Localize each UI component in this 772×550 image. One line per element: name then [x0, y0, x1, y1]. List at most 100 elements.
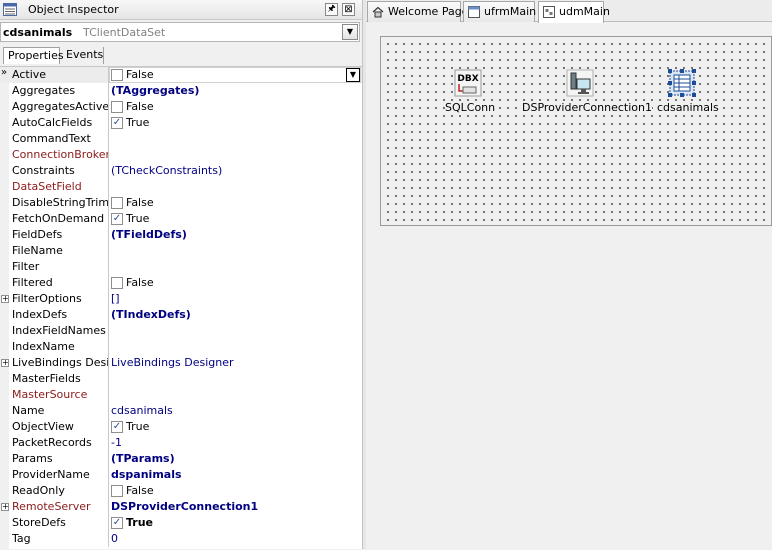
tab-events[interactable]: Events: [62, 47, 104, 64]
column-separator[interactable]: [108, 227, 109, 243]
column-separator[interactable]: [108, 467, 109, 483]
property-row[interactable]: + RemoteServer DSProviderConnection1: [0, 499, 362, 515]
property-row[interactable]: Tag 0: [0, 531, 362, 547]
checkbox-checked-icon[interactable]: ✓: [111, 117, 123, 129]
column-separator[interactable]: [108, 211, 109, 227]
column-separator[interactable]: [108, 419, 109, 435]
column-separator[interactable]: [108, 499, 109, 515]
property-row[interactable]: IndexFieldNames: [0, 323, 362, 339]
column-separator[interactable]: [108, 147, 109, 163]
checkbox-unchecked-icon[interactable]: [111, 277, 123, 289]
component-label: DSProviderConnection1: [522, 101, 652, 114]
column-separator[interactable]: [108, 339, 109, 355]
property-value: True: [126, 116, 150, 129]
property-row[interactable]: FetchOnDemand ✓ True: [0, 211, 362, 227]
column-separator[interactable]: [108, 83, 109, 99]
property-row[interactable]: MasterSource: [0, 387, 362, 403]
property-row[interactable]: + FilterOptions []: [0, 291, 362, 307]
selection-marker-icon: »: [1, 67, 8, 78]
pin-icon[interactable]: 🖈: [325, 3, 338, 16]
checkbox-checked-icon[interactable]: ✓: [111, 421, 123, 433]
property-row[interactable]: DataSetField: [0, 179, 362, 195]
property-row[interactable]: Name cdsanimals: [0, 403, 362, 419]
property-row[interactable]: +LiveBindings DesignerLiveBindings Desig…: [0, 355, 362, 371]
property-row[interactable]: StoreDefs ✓ True: [0, 515, 362, 531]
property-value: []: [111, 292, 120, 305]
property-row[interactable]: AutoCalcFields ✓ True: [0, 115, 362, 131]
tab-udmmain[interactable]: udmMain: [538, 1, 610, 23]
property-row[interactable]: ReadOnly False: [0, 483, 362, 499]
checkbox-unchecked-icon[interactable]: [111, 69, 123, 81]
property-row[interactable]: AggregatesActive False: [0, 99, 362, 115]
column-separator[interactable]: [108, 131, 109, 147]
property-row[interactable]: Filtered False: [0, 275, 362, 291]
column-separator[interactable]: [108, 179, 109, 195]
column-separator[interactable]: [108, 403, 109, 419]
property-row[interactable]: FieldDefs (TFieldDefs): [0, 227, 362, 243]
property-row[interactable]: ObjectView ✓ True: [0, 419, 362, 435]
column-separator[interactable]: [108, 371, 109, 387]
column-separator[interactable]: [108, 355, 109, 371]
tab-properties[interactable]: Properties: [3, 47, 64, 64]
datamodule-icon: [543, 6, 555, 18]
column-separator[interactable]: [108, 291, 109, 307]
sqlconn-component[interactable]: DBX: [454, 69, 482, 97]
property-name: FetchOnDemand: [12, 212, 105, 225]
expand-icon[interactable]: +: [1, 359, 9, 367]
column-separator[interactable]: [108, 387, 109, 403]
property-name: Constraints: [12, 164, 75, 177]
property-row[interactable]: Params (TParams): [0, 451, 362, 467]
checkbox-checked-icon[interactable]: ✓: [111, 517, 123, 529]
column-separator[interactable]: [108, 163, 109, 179]
tab-welcome-page[interactable]: Welcome Page: [367, 1, 468, 22]
property-row[interactable]: IndexName: [0, 339, 362, 355]
property-value: False: [126, 484, 154, 497]
property-row[interactable]: MasterFields: [0, 371, 362, 387]
datamodule-form[interactable]: DBX SQLConn DSProviderConnection1 cdsani…: [380, 36, 772, 226]
expand-icon[interactable]: +: [1, 503, 9, 511]
column-separator[interactable]: [108, 195, 109, 211]
property-row[interactable]: Aggregates (TAggregates): [0, 83, 362, 99]
property-row[interactable]: IndexDefs (TIndexDefs): [0, 307, 362, 323]
checkbox-unchecked-icon[interactable]: [111, 101, 123, 113]
chevron-down-icon[interactable]: ▼: [342, 24, 358, 40]
checkbox-unchecked-icon[interactable]: [111, 485, 123, 497]
component-selector[interactable]: cdsanimals TClientDataSet ▼: [0, 22, 360, 42]
column-separator[interactable]: [108, 67, 109, 83]
object-inspector-titlebar: Object Inspector 🖈 ⊠: [0, 0, 362, 20]
column-separator[interactable]: [108, 531, 109, 547]
cdsanimals-component[interactable]: [668, 69, 696, 97]
column-separator[interactable]: [108, 243, 109, 259]
property-row[interactable]: » Active False ▼: [0, 67, 362, 83]
property-row[interactable]: CommandText: [0, 131, 362, 147]
checkbox-unchecked-icon[interactable]: [111, 197, 123, 209]
property-value[interactable]: False: [126, 68, 154, 81]
column-separator[interactable]: [108, 515, 109, 531]
tab-ufrmmain[interactable]: ufrmMain: [463, 1, 536, 22]
object-inspector-title: Object Inspector: [28, 3, 119, 16]
column-separator[interactable]: [108, 275, 109, 291]
property-row[interactable]: Filter: [0, 259, 362, 275]
property-row[interactable]: FileName: [0, 243, 362, 259]
property-row[interactable]: PacketRecords -1: [0, 435, 362, 451]
property-name: Tag: [12, 532, 31, 545]
expand-icon[interactable]: +: [1, 295, 9, 303]
column-separator[interactable]: [108, 451, 109, 467]
column-separator[interactable]: [108, 99, 109, 115]
close-icon[interactable]: ⊠: [342, 3, 355, 16]
column-separator[interactable]: [108, 115, 109, 131]
property-row[interactable]: ConnectionBroker: [0, 147, 362, 163]
column-separator[interactable]: [108, 259, 109, 275]
dsproviderconnection-component[interactable]: [566, 69, 594, 97]
column-separator[interactable]: [108, 435, 109, 451]
column-separator[interactable]: [108, 307, 109, 323]
column-separator[interactable]: [108, 483, 109, 499]
property-name: StoreDefs: [12, 516, 66, 529]
property-row[interactable]: ProviderName dspanimals: [0, 467, 362, 483]
chevron-down-icon[interactable]: ▼: [346, 68, 360, 82]
checkbox-checked-icon[interactable]: ✓: [111, 213, 123, 225]
property-name: ConnectionBroker: [12, 148, 108, 161]
property-row[interactable]: DisableStringTrim False: [0, 195, 362, 211]
property-row[interactable]: Constraints (TCheckConstraints): [0, 163, 362, 179]
column-separator[interactable]: [108, 323, 109, 339]
